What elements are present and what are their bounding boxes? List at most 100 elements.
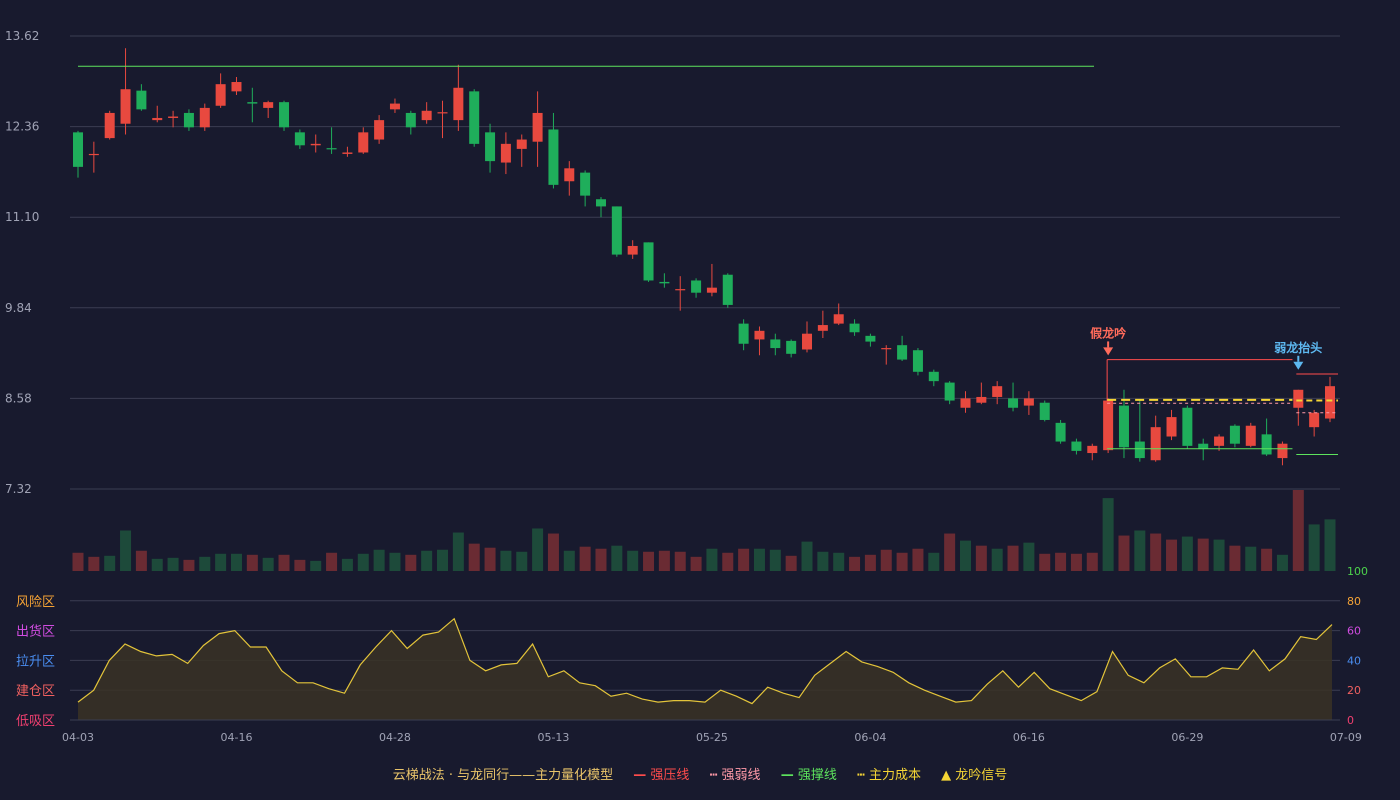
volume-bar <box>1070 553 1082 571</box>
candle-body <box>675 289 686 291</box>
candle-body <box>738 323 749 344</box>
legend-symbol-weak-line: ┅ <box>709 768 718 783</box>
candle-body <box>1103 400 1114 451</box>
x-tick-label: 05-13 <box>537 731 569 744</box>
candle-body <box>580 172 591 196</box>
candle-body <box>1087 445 1098 454</box>
legend-label-weak-line: 强弱线 <box>721 768 761 783</box>
volume-bar <box>294 559 306 571</box>
candle-body <box>199 107 210 128</box>
indicator-tick-label: 60 <box>1347 625 1361 638</box>
annotation-label: 假龙吟 <box>1090 325 1126 340</box>
volume-bar <box>1150 533 1162 571</box>
volume-bar <box>738 548 750 571</box>
volume-bar <box>849 556 861 571</box>
volume-bar <box>120 530 132 571</box>
candle-body <box>564 168 575 182</box>
price-tick-label: 8.58 <box>5 391 32 405</box>
volume-bar <box>230 553 242 571</box>
candle-body <box>405 112 416 128</box>
candle-body <box>1039 402 1050 420</box>
price-tick-label: 9.84 <box>5 301 32 315</box>
volume-bar <box>912 548 924 571</box>
legend-item-weak-line[interactable]: ┅ 强弱线 <box>710 768 761 783</box>
volume-bar <box>278 554 290 571</box>
candle-body <box>120 89 131 124</box>
volume-bar <box>975 545 987 571</box>
candle-body <box>1071 441 1082 451</box>
x-tick-label: 06-16 <box>1013 731 1045 744</box>
candlestick-chart: 13.62 12.36 11.10 9.84 8.58 7.32 100 80 60 40 20 0 风… <box>5 29 1368 744</box>
candle-body <box>263 102 274 108</box>
candle-body <box>374 120 385 140</box>
volume-bar <box>1213 539 1225 571</box>
candle-body <box>215 84 226 106</box>
volume-bar <box>421 550 433 571</box>
candle-body <box>1198 443 1209 449</box>
volume-bar <box>674 551 686 571</box>
candle-body <box>1325 386 1335 419</box>
candle-body <box>944 382 955 401</box>
volume-bar <box>643 551 655 571</box>
candle-body <box>168 116 179 118</box>
candle-body <box>1134 441 1145 459</box>
legend-item-support-line[interactable]: — 强撑线 <box>781 768 837 783</box>
volume-bar <box>547 533 559 571</box>
candle-body <box>691 280 702 293</box>
volume-bar <box>167 557 179 571</box>
candle-body <box>912 350 923 372</box>
x-tick-label: 06-29 <box>1171 731 1203 744</box>
candle-body <box>1229 425 1240 444</box>
x-tick-label: 04-03 <box>62 731 94 744</box>
price-tick-label: 13.62 <box>5 29 39 43</box>
indicator-zone-label: 风险区 <box>16 595 55 610</box>
volume-bar <box>864 554 876 571</box>
candle-body <box>389 103 400 110</box>
indicator-zone-label: 建仓区 <box>16 684 55 699</box>
indicator-zone-label: 出货区 <box>16 624 55 640</box>
candle-body <box>595 199 606 207</box>
volume-bar <box>658 550 670 571</box>
volume-bar <box>1292 490 1304 571</box>
volume-bar <box>1261 548 1273 571</box>
candle-body <box>881 348 892 350</box>
candle-body <box>104 112 115 139</box>
x-tick-label: 05-25 <box>696 731 728 744</box>
candle-body <box>1166 417 1177 437</box>
volume-bar <box>579 546 591 571</box>
candle-body <box>73 132 83 167</box>
volume-bar <box>1007 545 1019 571</box>
volume-bar <box>753 548 765 571</box>
indicator-tick-label: 0 <box>1347 714 1354 727</box>
volume-bar <box>959 540 971 571</box>
legend-item-main-cost[interactable]: ┅ 主力成本 <box>857 768 921 783</box>
volume-bar <box>1086 552 1098 571</box>
candle-body <box>183 112 194 128</box>
candle-body <box>532 112 543 142</box>
candle-body <box>310 143 321 146</box>
candle-body <box>1055 422 1066 442</box>
legend-label-dragon-signal: 龙吟信号 <box>955 768 1008 783</box>
candle-body <box>88 153 99 156</box>
volume-bar <box>1276 554 1288 571</box>
volume-bar <box>944 533 956 571</box>
candle-body <box>1293 389 1304 408</box>
volume-bar <box>452 532 464 571</box>
indicator-tick-label: 100 <box>1347 565 1368 578</box>
candle-body <box>627 245 638 255</box>
candle-body <box>817 325 828 331</box>
volume-bar <box>595 548 607 571</box>
legend-item-strong-pressure[interactable]: — 强压线 <box>633 768 689 783</box>
volume-bar <box>1245 546 1257 571</box>
candle-body <box>1008 398 1019 408</box>
volume-bar <box>437 549 449 571</box>
volume-bar <box>246 554 258 571</box>
volume-bar <box>817 551 829 571</box>
legend-item-dragon-signal[interactable]: ▲ 龙吟信号 <box>941 768 1007 783</box>
legend-label-strong-pressure: 强压线 <box>650 768 690 783</box>
candle-body <box>786 340 797 354</box>
indicator-zone-label: 低吸区 <box>16 714 55 729</box>
indicator-tick-label: 40 <box>1347 654 1361 667</box>
candle-body <box>500 143 511 163</box>
candle-body <box>1150 427 1161 461</box>
